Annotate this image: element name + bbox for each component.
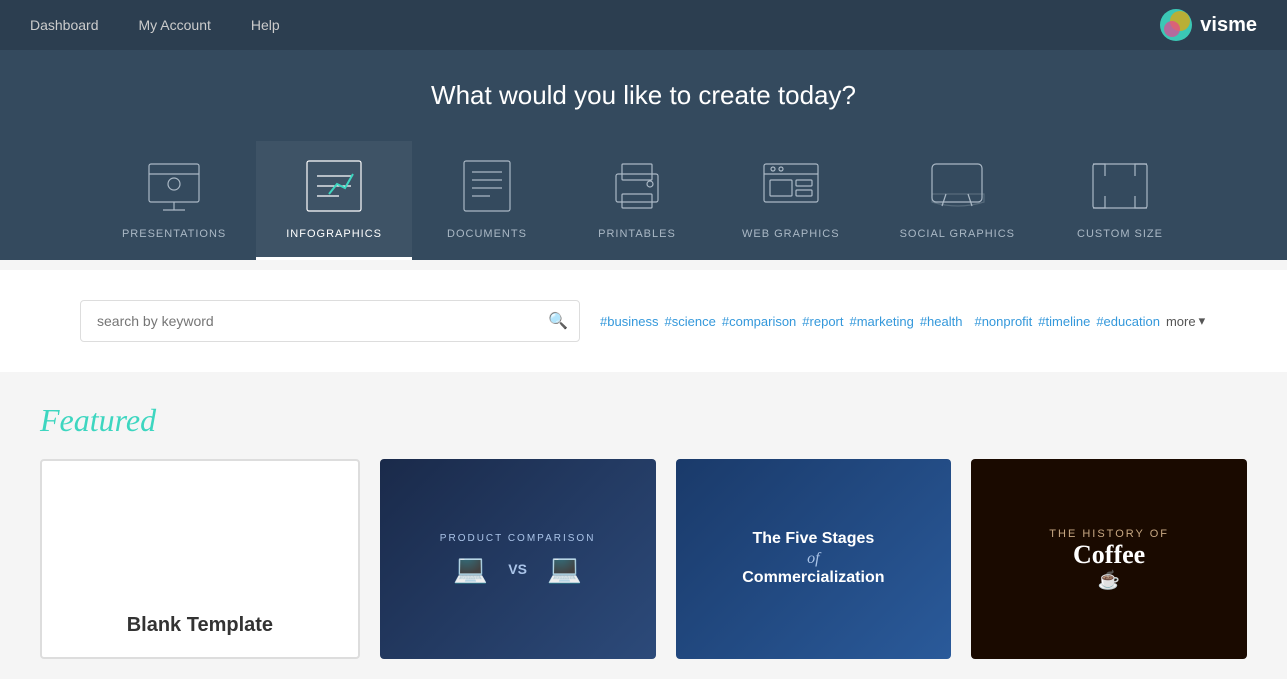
category-tabs: PRESENTATIONS INFOGRAPHICS DOCUMENTS xyxy=(0,141,1287,260)
laptop-icon-left: 💻 xyxy=(453,552,488,585)
social-graphics-label: SOCIAL GRAPHICS xyxy=(900,228,1015,240)
five-stages-title2: Commercialization xyxy=(742,568,884,589)
infographics-label: INFOGRAPHICS xyxy=(286,228,382,240)
social-graphics-icon xyxy=(922,156,992,216)
printables-label: PRINTABLES xyxy=(598,228,676,240)
coffee-history-label: THE HISTORY OF xyxy=(1049,528,1169,540)
tag-marketing[interactable]: #marketing xyxy=(850,314,914,329)
tags-area: #business #science #comparison #report #… xyxy=(600,312,1207,330)
tag-science[interactable]: #science xyxy=(665,314,716,329)
search-input[interactable] xyxy=(80,300,580,342)
coffee-word: Coffee xyxy=(1049,540,1169,570)
chevron-down-icon: ▾ xyxy=(1199,313,1206,329)
product-card-content: PRODUCT COMPARISON 💻 VS 💻 xyxy=(380,459,656,659)
tag-comparison[interactable]: #comparison xyxy=(722,314,796,329)
infographics-icon xyxy=(299,156,369,216)
five-stages-content: The Five Stages of Commercialization xyxy=(727,514,899,604)
nav-help[interactable]: Help xyxy=(251,17,280,33)
more-tags-button[interactable]: more ▾ xyxy=(1166,313,1205,329)
coffee-card[interactable]: THE HISTORY OF Coffee ☕ xyxy=(971,459,1247,659)
documents-icon xyxy=(452,156,522,216)
five-stages-card[interactable]: The Five Stages of Commercialization xyxy=(676,459,952,659)
tag-education[interactable]: #education xyxy=(1096,314,1160,329)
logo-text: visme xyxy=(1200,14,1257,37)
blank-template-card[interactable]: Blank Template xyxy=(40,459,360,659)
section-divider xyxy=(0,260,1287,270)
custom-size-label: CUSTOM SIZE xyxy=(1077,228,1163,240)
header: Dashboard My Account Help visme xyxy=(0,0,1287,50)
tag-health[interactable]: #health xyxy=(920,314,963,329)
search-section: 🔍 #business #science #comparison #report… xyxy=(0,270,1287,372)
featured-section: Featured Blank Template PRODUCT COMPARIS… xyxy=(0,382,1287,679)
five-stages-title: The Five Stages xyxy=(742,529,884,550)
coffee-sub: ☕ xyxy=(1049,570,1169,591)
nav-links: Dashboard My Account Help xyxy=(30,17,280,33)
coffee-content: THE HISTORY OF Coffee ☕ xyxy=(1049,528,1169,591)
nav-dashboard[interactable]: Dashboard xyxy=(30,17,99,33)
cat-custom-size[interactable]: CUSTOM SIZE xyxy=(1045,141,1195,260)
laptop-icon-right: 💻 xyxy=(547,552,582,585)
hero-section: What would you like to create today? PRE… xyxy=(0,50,1287,260)
visme-logo-icon xyxy=(1158,7,1194,43)
cat-infographics[interactable]: INFOGRAPHICS xyxy=(256,141,412,260)
presentations-icon xyxy=(139,156,209,216)
printables-icon xyxy=(602,156,672,216)
tag-report[interactable]: #report xyxy=(802,314,843,329)
product-comparison-card[interactable]: PRODUCT COMPARISON 💻 VS 💻 xyxy=(380,459,656,659)
tag-timeline[interactable]: #timeline xyxy=(1038,314,1090,329)
search-box: 🔍 xyxy=(80,300,580,342)
cat-social-graphics[interactable]: SOCIAL GRAPHICS xyxy=(870,141,1045,260)
cat-presentations[interactable]: PRESENTATIONS xyxy=(92,141,256,260)
five-stages-subtitle: of xyxy=(742,550,884,568)
web-graphics-label: WEB GRAPHICS xyxy=(742,228,840,240)
tag-nonprofit[interactable]: #nonprofit xyxy=(974,314,1032,329)
featured-grid: Blank Template PRODUCT COMPARISON 💻 VS 💻… xyxy=(40,459,1247,659)
logo-area: visme xyxy=(1158,7,1257,43)
blank-template-label: Blank Template xyxy=(127,614,273,637)
tag-business[interactable]: #business xyxy=(600,314,659,329)
cat-web-graphics[interactable]: WEB GRAPHICS xyxy=(712,141,870,260)
hero-title: What would you like to create today? xyxy=(0,80,1287,111)
documents-label: DOCUMENTS xyxy=(447,228,527,240)
laptop-icons: 💻 VS 💻 xyxy=(453,552,581,585)
presentations-label: PRESENTATIONS xyxy=(122,228,226,240)
search-button[interactable]: 🔍 xyxy=(548,311,568,331)
featured-title: Featured xyxy=(40,402,1247,439)
custom-size-icon xyxy=(1085,156,1155,216)
product-label: PRODUCT COMPARISON xyxy=(440,533,596,544)
cat-documents[interactable]: DOCUMENTS xyxy=(412,141,562,260)
cat-printables[interactable]: PRINTABLES xyxy=(562,141,712,260)
nav-my-account[interactable]: My Account xyxy=(139,17,211,33)
vs-text: VS xyxy=(508,561,527,577)
web-graphics-icon xyxy=(756,156,826,216)
